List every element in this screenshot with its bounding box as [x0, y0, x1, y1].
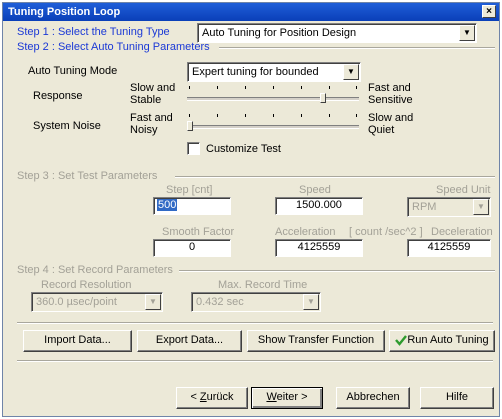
step4-label: Step 4 : Set Record Parameters [17, 264, 173, 276]
tuning-type-select[interactable]: Auto Tuning for Position Design ▼ [197, 23, 477, 43]
back-prefix: < [190, 391, 200, 403]
run-auto-tuning-label: Run Auto Tuning [407, 334, 489, 346]
acceleration-label: Acceleration [275, 226, 336, 238]
slider-track [187, 125, 359, 129]
deceleration-label: Deceleration [431, 226, 493, 238]
smooth-factor-input[interactable]: 0 [153, 239, 231, 257]
slider-tick [356, 114, 357, 117]
deceleration-input[interactable]: 4125559 [407, 239, 491, 257]
response-slider[interactable] [187, 85, 359, 107]
chevron-down-icon[interactable]: ▼ [145, 294, 161, 310]
run-auto-tuning-button[interactable]: Run Auto Tuning [389, 330, 495, 352]
chevron-down-icon[interactable]: ▼ [459, 25, 475, 41]
speed-unit-label: Speed Unit [436, 184, 491, 196]
speed-label: Speed [299, 184, 331, 196]
auto-tuning-mode-value: Expert tuning for bounded [192, 66, 319, 78]
acceleration-unit: [ count /sec^2 ] [349, 226, 423, 238]
step4-divider [179, 270, 495, 272]
step3-label: Step 3 : Set Test Parameters [17, 170, 158, 182]
slider-track [187, 97, 359, 101]
noise-left-line2: Noisy [130, 124, 158, 136]
step-cnt-value: 500 [157, 199, 178, 211]
max-record-time-label: Max. Record Time [218, 279, 308, 291]
slider-tick [245, 86, 246, 89]
record-resolution-value: 360.0 µsec/point [36, 296, 117, 308]
auto-tuning-mode-select[interactable]: Expert tuning for bounded ▼ [187, 62, 361, 82]
close-button[interactable]: × [482, 5, 496, 18]
slider-tick [245, 114, 246, 117]
speed-input[interactable]: 1500.000 [275, 197, 363, 215]
dialog-window: Tuning Position Loop × Step 1 : Select t… [2, 2, 500, 417]
step-cnt-input[interactable]: 500 [153, 197, 231, 215]
chevron-down-icon[interactable]: ▼ [303, 294, 319, 310]
smooth-factor-value: 0 [188, 241, 196, 253]
slider-tick [189, 114, 190, 117]
noise-right-line1: Slow and [368, 112, 414, 124]
acceleration-input[interactable]: 4125559 [275, 239, 363, 257]
step-cnt-label: Step [cnt] [166, 184, 213, 196]
response-right-line1: Fast and [368, 82, 411, 94]
separator [17, 322, 493, 324]
show-transfer-function-button[interactable]: Show Transfer Function [247, 330, 385, 352]
customize-test-checkbox[interactable] [187, 142, 200, 155]
smooth-factor-label: Smooth Factor [162, 226, 235, 238]
checkmark-icon [395, 334, 408, 353]
step2-divider [219, 47, 495, 49]
back-accel-key: Z [199, 391, 207, 403]
export-data-button[interactable]: Export Data... [137, 330, 242, 352]
window-title: Tuning Position Loop [8, 6, 121, 18]
next-label-rest: eiter > [276, 391, 308, 403]
slider-tick [189, 86, 190, 89]
slider-tick [273, 86, 274, 89]
tuning-type-value: Auto Tuning for Position Design [202, 27, 357, 39]
separator [17, 360, 493, 362]
back-label-rest: urück [206, 391, 234, 403]
slider-tick [217, 86, 218, 89]
slider-tick [301, 114, 302, 117]
step2-label: Step 2 : Select Auto Tuning Parameters [17, 41, 210, 53]
customize-test-label: Customize Test [206, 143, 281, 155]
speed-unit-value: RPM [412, 201, 437, 213]
back-button[interactable]: < Zurück [176, 387, 248, 409]
response-label: Response [33, 90, 83, 102]
import-data-button[interactable]: Import Data... [23, 330, 132, 352]
response-left-line2: Stable [130, 94, 162, 106]
cancel-button[interactable]: Abbrechen [336, 387, 410, 409]
slider-thumb[interactable] [320, 93, 326, 103]
auto-tuning-mode-label: Auto Tuning Mode [28, 65, 118, 77]
slider-tick [356, 86, 357, 89]
help-button[interactable]: Hilfe [420, 387, 494, 409]
noise-slider[interactable] [187, 113, 359, 135]
slider-tick [217, 114, 218, 117]
noise-left-line1: Fast and [130, 112, 173, 124]
response-left-line1: Slow and [130, 82, 176, 94]
slider-tick [301, 86, 302, 89]
slider-tick [329, 86, 330, 89]
title-bar: Tuning Position Loop × [3, 3, 499, 21]
deceleration-value: 4125559 [427, 241, 471, 253]
max-record-time-select[interactable]: 0.432 sec ▼ [191, 292, 321, 312]
chevron-down-icon[interactable]: ▼ [473, 199, 489, 215]
record-resolution-label: Record Resolution [41, 279, 132, 291]
next-accel-key: W [266, 391, 277, 403]
slider-tick [273, 114, 274, 117]
step3-divider [175, 176, 495, 178]
system-noise-label: System Noise [33, 120, 101, 132]
acceleration-value: 4125559 [297, 241, 341, 253]
response-right-line2: Sensitive [368, 94, 413, 106]
speed-value: 1500.000 [296, 199, 342, 211]
slider-thumb[interactable] [187, 121, 193, 131]
noise-right-line2: Quiet [368, 124, 395, 136]
speed-unit-select[interactable]: RPM ▼ [407, 197, 491, 217]
record-resolution-select[interactable]: 360.0 µsec/point ▼ [31, 292, 163, 312]
max-record-time-value: 0.432 sec [196, 296, 244, 308]
slider-tick [329, 114, 330, 117]
chevron-down-icon[interactable]: ▼ [343, 64, 359, 80]
next-button[interactable]: Weiter > [251, 387, 323, 409]
step1-label: Step 1 : Select the Tuning Type [17, 26, 170, 38]
